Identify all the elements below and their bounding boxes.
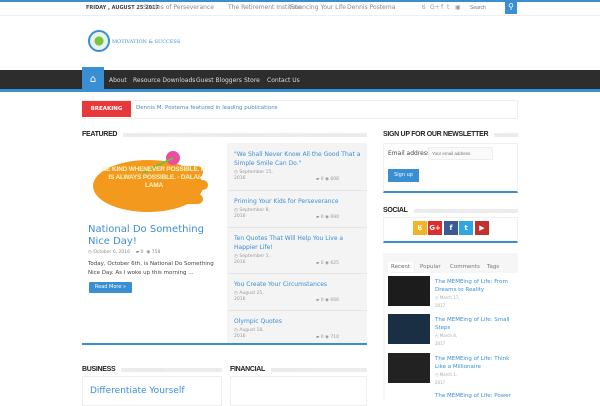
- list-item-title[interactable]: The MEMEing of Life: Power: [435, 392, 515, 400]
- youtube-icon[interactable]: ▶: [475, 221, 489, 235]
- list-item-date: ◷ August 25, 2016: [234, 291, 264, 302]
- list-item-title[interactable]: You Create Your Circumstances: [234, 281, 327, 288]
- rss-icon[interactable]: ᖉ: [413, 221, 427, 235]
- google-plus-icon[interactable]: G+: [430, 4, 440, 11]
- search-input[interactable]: [470, 2, 505, 13]
- post-thumbnail[interactable]: [388, 276, 430, 306]
- list-item: Olympic Quotes ◷ August 18, 2016 ▰ 0 ◉ 710: [234, 317, 364, 340]
- globe-icon: [88, 30, 110, 52]
- list-item-counts: ▰ 0 ◉ 690: [315, 215, 339, 220]
- newsletter-heading: SIGN UP FOR OUR NEWSLETTER: [383, 131, 518, 138]
- top-link-stories[interactable]: Stories of Perseverance: [143, 4, 214, 11]
- newsletter-heading-text: SIGN UP FOR OUR NEWSLETTER: [383, 131, 489, 138]
- business-heading-text: BUSINESS: [82, 366, 116, 373]
- tab-popular[interactable]: Popular: [417, 262, 444, 272]
- list-item-title[interactable]: Olympic Quotes: [234, 318, 282, 325]
- list-item-date: ◷ March 8, 2017: [435, 333, 458, 346]
- featured-heading-text: FEATURED: [82, 131, 118, 138]
- youtube-icon[interactable]: ▣: [455, 4, 461, 11]
- list-item-counts: ▰ 0 ◉ 666: [315, 298, 339, 303]
- home-icon: ⌂: [89, 74, 97, 85]
- home-button[interactable]: ⌂: [82, 67, 104, 92]
- list-item-date: ◷ September 15, 2016: [234, 170, 273, 181]
- list-item-title[interactable]: "We Shall Never Know All the Good That a…: [234, 151, 360, 167]
- nav-resource-downloads[interactable]: Resource Downloads: [133, 77, 195, 84]
- featured-main-title[interactable]: National Do Something Nice Day!: [88, 224, 223, 248]
- list-item-title[interactable]: Priming Your Kids for Perseverance: [234, 198, 339, 205]
- breaking-news-link[interactable]: Dennis M. Postema featured in leading pu…: [136, 105, 278, 111]
- list-item-title[interactable]: The MEMEing of Life: From Dreams to Real…: [435, 278, 515, 294]
- featured-heading: FEATURED: [82, 131, 367, 138]
- tab-tags[interactable]: Tags: [484, 262, 502, 272]
- site-logo[interactable]: MOTIVATION & SUCCESS: [88, 30, 188, 56]
- list-item-counts: ▰ 0 ◉ 625: [315, 261, 339, 266]
- list-item-date: ◷ September 8, 2016: [234, 208, 270, 219]
- nav-store[interactable]: Store: [244, 77, 260, 84]
- sign-up-button[interactable]: Sign up: [388, 169, 419, 182]
- list-item-date: ◷ September 1, 2016: [234, 254, 270, 265]
- nav-about[interactable]: About: [109, 77, 127, 84]
- top-link-financing[interactable]: Financing Your Life: [290, 4, 346, 11]
- post-thumbnail[interactable]: [388, 353, 430, 383]
- logo-text: MOTIVATION & SUCCESS: [112, 39, 181, 45]
- facebook-icon[interactable]: f: [444, 221, 458, 235]
- list-item: You Create Your Circumstances ◷ August 25…: [234, 280, 364, 303]
- divider: [227, 273, 367, 274]
- tab-comments[interactable]: Comments: [447, 262, 483, 272]
- featured-main-meta: ◷ October 6, 2016 ▰ 0 ◉ 758: [88, 250, 160, 255]
- list-item: Ten Quotes That Will Help You Live a Hap…: [234, 234, 364, 266]
- financial-box: [230, 376, 367, 406]
- divider: [227, 310, 367, 311]
- list-item-date: ◷ August 18, 2016: [234, 328, 264, 339]
- financial-heading: FINANCIAL: [230, 366, 367, 373]
- list-item-date: ◷ March 17, 2017: [435, 295, 460, 308]
- business-post-title[interactable]: Differentiate Yourself: [90, 386, 185, 396]
- top-link-dennis[interactable]: Dennis Postema: [347, 4, 395, 11]
- email-label: Email address: [388, 150, 431, 157]
- google-plus-icon[interactable]: G+: [428, 221, 442, 235]
- rss-icon[interactable]: ᖉ: [422, 4, 426, 12]
- comments-icon: ▰: [135, 250, 140, 255]
- list-item-counts: ▰ 0 ◉ 710: [315, 335, 339, 340]
- divider: [227, 227, 367, 228]
- search-icon: ⚲: [508, 2, 514, 11]
- social-heading: SOCIAL: [383, 207, 518, 214]
- view-count: 758: [151, 250, 161, 255]
- nav-guest-bloggers[interactable]: Guest Bloggers: [196, 77, 242, 84]
- twitter-icon[interactable]: t: [459, 221, 473, 235]
- list-item-date: ◷ March 1, 2017: [435, 372, 458, 385]
- featured-list: "We Shall Never Know All the Good That a…: [227, 143, 367, 343]
- comment-count: 0: [140, 250, 144, 255]
- post-date: October 6, 2016: [93, 250, 130, 255]
- recent-posts: The MEMEing of Life: From Dreams to Real…: [385, 273, 518, 400]
- list-item-title[interactable]: Ten Quotes That Will Help You Live a Hap…: [234, 235, 343, 251]
- post-thumbnail[interactable]: [388, 314, 430, 344]
- divider: [227, 190, 367, 191]
- tab-recent[interactable]: Recent: [388, 262, 414, 272]
- nav-contact-us[interactable]: Contact Us: [267, 77, 300, 84]
- list-item-counts: ▰ 0 ◉ 608: [315, 177, 339, 182]
- breaking-news-label: BREAKING NEWS: [82, 101, 131, 128]
- clock-icon: ◷: [88, 250, 92, 255]
- business-heading: BUSINESS: [82, 366, 222, 373]
- list-item-title[interactable]: The MEMEing of Life: Think Like a Millio…: [435, 355, 515, 371]
- views-icon: ◉: [146, 250, 151, 255]
- featured-excerpt: Today, October 6th, is National Do Somet…: [88, 261, 214, 276]
- financial-heading-text: FINANCIAL: [230, 366, 266, 373]
- read-more-button[interactable]: Read More »: [89, 282, 132, 293]
- search-button[interactable]: ⚲: [505, 0, 517, 14]
- social-heading-text: SOCIAL: [383, 207, 408, 214]
- list-item: "We Shall Never Know All the Good That a…: [234, 150, 364, 182]
- facebook-icon[interactable]: f: [441, 4, 443, 11]
- twitter-icon[interactable]: t: [447, 4, 449, 11]
- list-item-title[interactable]: The MEMEing of Life: Small Steps: [435, 316, 515, 332]
- email-field[interactable]: [428, 147, 493, 160]
- list-item: Priming Your Kids for Perseverance ◷ Sept…: [234, 197, 364, 220]
- featured-image-text: BE KIND WHENEVER POSSIBLE. IT IS ALWAYS …: [101, 166, 207, 189]
